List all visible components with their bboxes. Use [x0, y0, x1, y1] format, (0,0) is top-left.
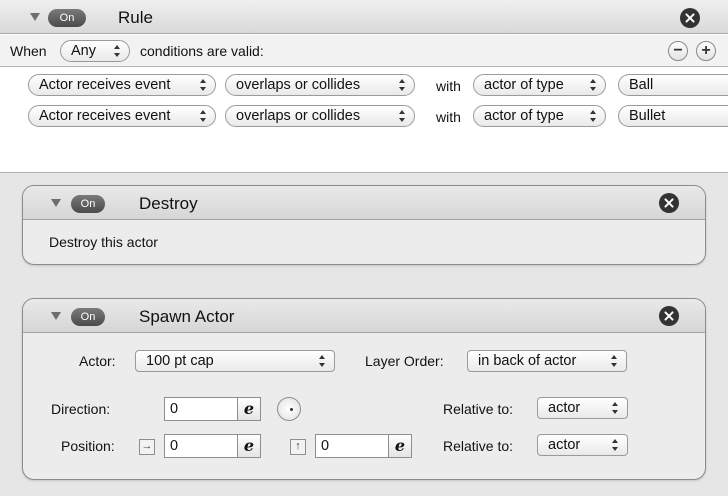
y-axis-arrow-icon: ↑: [290, 439, 306, 455]
rule-header: On Rule: [0, 0, 728, 34]
relative-to-popup-1[interactable]: actor: [537, 397, 628, 419]
condition-2-target-kind: actor of type: [484, 108, 564, 124]
popup-arrows-icon: [612, 402, 619, 414]
direction-dial-icon[interactable]: [277, 397, 301, 421]
popup-arrows-icon: [590, 79, 597, 91]
condition-2-type-popup[interactable]: overlaps or collides: [225, 105, 415, 127]
condition-2-event: Actor receives event: [39, 108, 171, 124]
layer-order-popup[interactable]: in back of actor: [467, 350, 627, 372]
spawn-actor-behavior: On Spawn Actor Actor: 100 pt cap Layer O…: [22, 298, 706, 480]
condition-2-with-label: with: [436, 109, 461, 125]
spawn-title: Spawn Actor: [139, 307, 235, 326]
x-axis-arrow-icon: →: [139, 439, 155, 455]
popup-arrows-icon: [319, 355, 326, 367]
rule-close-icon[interactable]: [680, 8, 700, 28]
spawn-close-icon[interactable]: [659, 306, 679, 326]
relative-to-popup-2[interactable]: actor: [537, 434, 628, 456]
actor-popup[interactable]: 100 pt cap: [135, 350, 335, 372]
condition-2-target-kind-popup[interactable]: actor of type: [473, 105, 606, 127]
condition-1-type-popup[interactable]: overlaps or collides: [225, 74, 415, 96]
popup-arrows-icon: [399, 110, 406, 122]
condition-1-target-kind-popup[interactable]: actor of type: [473, 74, 606, 96]
condition-1-target-popup[interactable]: Ball: [618, 74, 728, 96]
direction-expression-button[interactable]: e: [237, 397, 261, 421]
destroy-on-toggle[interactable]: On: [71, 195, 105, 213]
layer-order-value: in back of actor: [478, 353, 577, 369]
spawn-on-toggle[interactable]: On: [71, 308, 105, 326]
condition-1-type: overlaps or collides: [236, 77, 361, 93]
condition-1-target: Ball: [629, 77, 654, 93]
destroy-header: On Destroy: [23, 186, 705, 220]
destroy-title: Destroy: [139, 194, 198, 213]
popup-arrows-icon: [612, 439, 619, 451]
spawn-header: On Spawn Actor: [23, 299, 705, 333]
conditions-suffix: conditions are valid:: [140, 43, 264, 59]
rule-title: Rule: [118, 8, 153, 27]
condition-2-type: overlaps or collides: [236, 108, 361, 124]
position-label: Position:: [61, 438, 115, 454]
remove-condition-button[interactable]: −: [668, 41, 688, 61]
conditions-bar: When Any conditions are valid: − +: [0, 35, 728, 67]
condition-1-event-popup[interactable]: Actor receives event: [28, 74, 216, 96]
position-x-field[interactable]: 0: [164, 434, 238, 458]
actor-label: Actor:: [79, 353, 116, 369]
condition-1-with-label: with: [436, 78, 461, 94]
popup-arrows-icon: [590, 110, 597, 122]
collapse-triangle-icon[interactable]: [51, 199, 61, 207]
popup-arrows-icon: [114, 45, 121, 57]
relative-to-label-1: Relative to:: [443, 401, 514, 417]
popup-arrows-icon: [200, 110, 207, 122]
destroy-behavior: On Destroy Destroy this actor: [22, 185, 706, 265]
condition-1-target-kind: actor of type: [484, 77, 564, 93]
popup-arrows-icon: [611, 355, 618, 367]
match-type-popup[interactable]: Any: [60, 40, 130, 62]
position-y-expression-button[interactable]: e: [388, 434, 412, 458]
position-x-expression-button[interactable]: e: [237, 434, 261, 458]
match-type-value: Any: [71, 43, 96, 59]
position-y-field[interactable]: 0: [315, 434, 389, 458]
layer-order-label: Layer Order:: [365, 353, 444, 369]
popup-arrows-icon: [200, 79, 207, 91]
condition-2-target-popup[interactable]: Bullet: [618, 105, 728, 127]
when-label: When: [10, 43, 47, 59]
collapse-triangle-icon[interactable]: [51, 312, 61, 320]
relative-to-label-2: Relative to:: [443, 438, 514, 454]
direction-field[interactable]: 0: [164, 397, 238, 421]
actor-value: 100 pt cap: [146, 353, 214, 369]
destroy-description: Destroy this actor: [49, 234, 158, 250]
collapse-triangle-icon[interactable]: [30, 13, 40, 21]
condition-1-event: Actor receives event: [39, 77, 171, 93]
condition-2-target: Bullet: [629, 108, 666, 124]
relative-to-value-2: actor: [548, 437, 581, 453]
add-condition-button[interactable]: +: [696, 41, 716, 61]
relative-to-value-1: actor: [548, 400, 581, 416]
direction-label: Direction:: [51, 401, 111, 417]
destroy-close-icon[interactable]: [659, 193, 679, 213]
condition-2-event-popup[interactable]: Actor receives event: [28, 105, 216, 127]
rule-on-toggle[interactable]: On: [48, 9, 86, 27]
popup-arrows-icon: [399, 79, 406, 91]
